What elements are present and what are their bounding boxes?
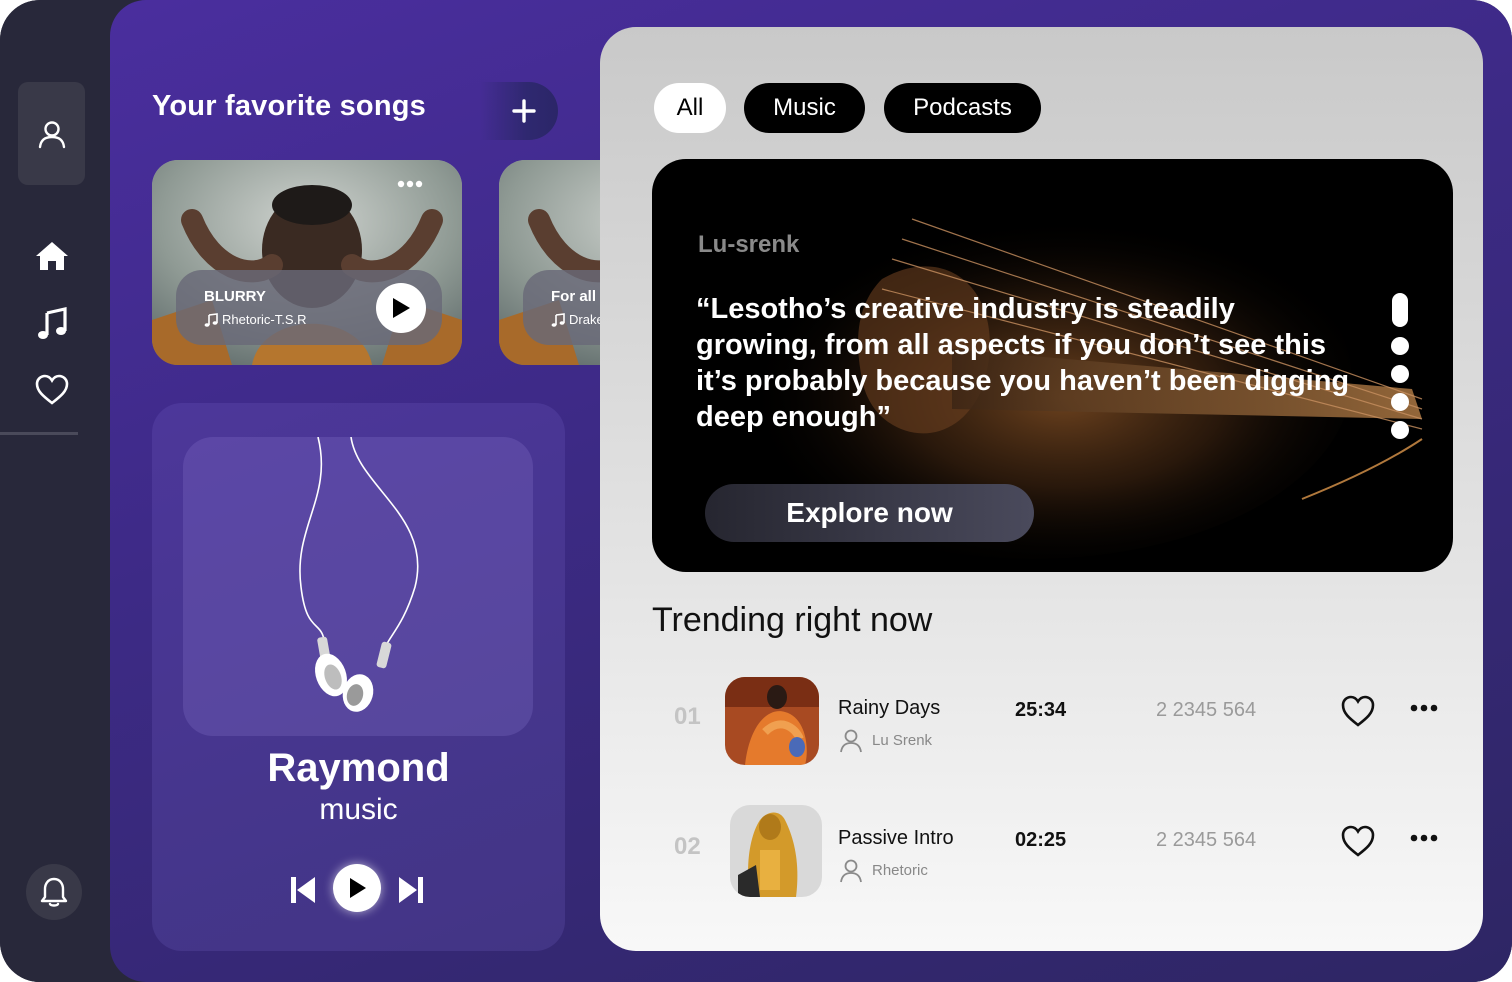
filter-all[interactable]: All <box>654 83 726 133</box>
profile-button[interactable] <box>18 82 85 185</box>
home-button[interactable] <box>28 232 76 280</box>
filter-podcasts[interactable]: Podcasts <box>884 83 1041 133</box>
carousel-dot[interactable] <box>1391 337 1409 355</box>
user-icon <box>38 120 65 148</box>
play-icon <box>393 298 410 318</box>
heart-icon[interactable] <box>1340 693 1376 729</box>
track-duration: 02:25 <box>1015 829 1067 851</box>
skip-back-icon <box>291 877 315 903</box>
track-duration: 25:34 <box>1015 699 1067 721</box>
carousel-dot[interactable] <box>1391 365 1409 383</box>
track-plays: 2 2345 564 <box>1156 829 1257 851</box>
app-window: Your favorite songs BLURRY Rhetoric-T.S.… <box>0 0 1512 982</box>
trending-title: Trending right now <box>652 601 933 639</box>
more-icon[interactable] <box>1410 701 1438 715</box>
heart-icon <box>35 374 69 405</box>
next-button[interactable] <box>397 873 425 907</box>
featured-banner: Lu-srenk “Lesotho’s creative industry is… <box>652 159 1453 572</box>
more-icon[interactable] <box>1410 831 1438 845</box>
song-artist-label: Drake <box>569 312 604 327</box>
plus-icon <box>512 99 536 123</box>
track-artist: Rhetoric <box>838 857 928 883</box>
add-song-button[interactable] <box>480 82 558 140</box>
notifications-button[interactable] <box>26 864 82 920</box>
player-title: Raymond <box>267 746 450 790</box>
song-name: For all <box>551 288 597 305</box>
banner-quote: “Lesotho’s creative industry is steadily… <box>696 293 1350 433</box>
explore-now-button[interactable]: Explore now <box>705 484 1034 542</box>
favorites-title: Your favorite songs <box>152 90 426 122</box>
song-artist: Drake <box>551 312 604 327</box>
favorites-button[interactable] <box>28 366 76 414</box>
bell-icon <box>40 877 68 907</box>
user-icon <box>840 729 862 753</box>
track-number: 01 <box>674 703 701 730</box>
filter-music[interactable]: Music <box>744 83 865 133</box>
player-subtitle: music <box>319 793 398 826</box>
carousel-dot[interactable] <box>1391 393 1409 411</box>
carousel-indicator <box>1390 293 1410 443</box>
music-button[interactable] <box>28 300 76 348</box>
sidebar-divider <box>0 432 78 435</box>
track-artist: Lu Srenk <box>838 727 932 753</box>
music-note-icon <box>38 307 67 339</box>
song-info-overlay: BLURRY Rhetoric-T.S.R <box>176 270 442 345</box>
carousel-dot-active[interactable] <box>1392 293 1408 327</box>
music-note-icon <box>551 312 565 327</box>
track-number: 02 <box>674 833 701 860</box>
user-icon <box>840 859 862 883</box>
song-artist: Rhetoric-T.S.R <box>204 312 307 327</box>
track-cover-image <box>730 805 822 897</box>
trending-row[interactable]: 01 Rainy Days Lu Srenk 25:34 2 2345 564 <box>600 677 1483 769</box>
track-title[interactable]: Passive Intro <box>838 827 954 850</box>
play-icon <box>350 878 366 898</box>
earphones-image <box>299 437 419 712</box>
banner-author: Lu-srenk <box>698 231 800 258</box>
track-plays: 2 2345 564 <box>1156 699 1257 721</box>
previous-button[interactable] <box>289 873 317 907</box>
now-playing-card: Raymond music <box>152 403 565 951</box>
home-icon <box>36 242 68 270</box>
song-name: BLURRY <box>204 288 266 305</box>
music-note-icon <box>204 312 218 327</box>
track-artist-label: Lu Srenk <box>872 731 933 749</box>
track-cover <box>730 805 822 897</box>
carousel-dot[interactable] <box>1391 421 1409 439</box>
track-cover-image <box>725 677 819 765</box>
play-pause-button[interactable] <box>333 864 381 912</box>
track-artist-label: Rhetoric <box>872 861 928 879</box>
track-title[interactable]: Rainy Days <box>838 697 940 720</box>
content-panel: All Music Podcasts Lu-srenk “Lesotho’s c… <box>600 27 1483 951</box>
heart-icon[interactable] <box>1340 823 1376 859</box>
track-cover <box>725 677 819 765</box>
song-artist-label: Rhetoric-T.S.R <box>222 312 307 327</box>
play-button[interactable] <box>376 283 426 333</box>
trending-row[interactable]: 02 Passive Intro Rhetoric 02:25 2 2345 5… <box>600 805 1483 899</box>
sidebar <box>0 0 110 982</box>
skip-forward-icon <box>399 877 423 903</box>
more-icon[interactable] <box>397 176 423 192</box>
favorite-song-card[interactable]: BLURRY Rhetoric-T.S.R <box>152 160 462 365</box>
album-art <box>183 437 533 736</box>
